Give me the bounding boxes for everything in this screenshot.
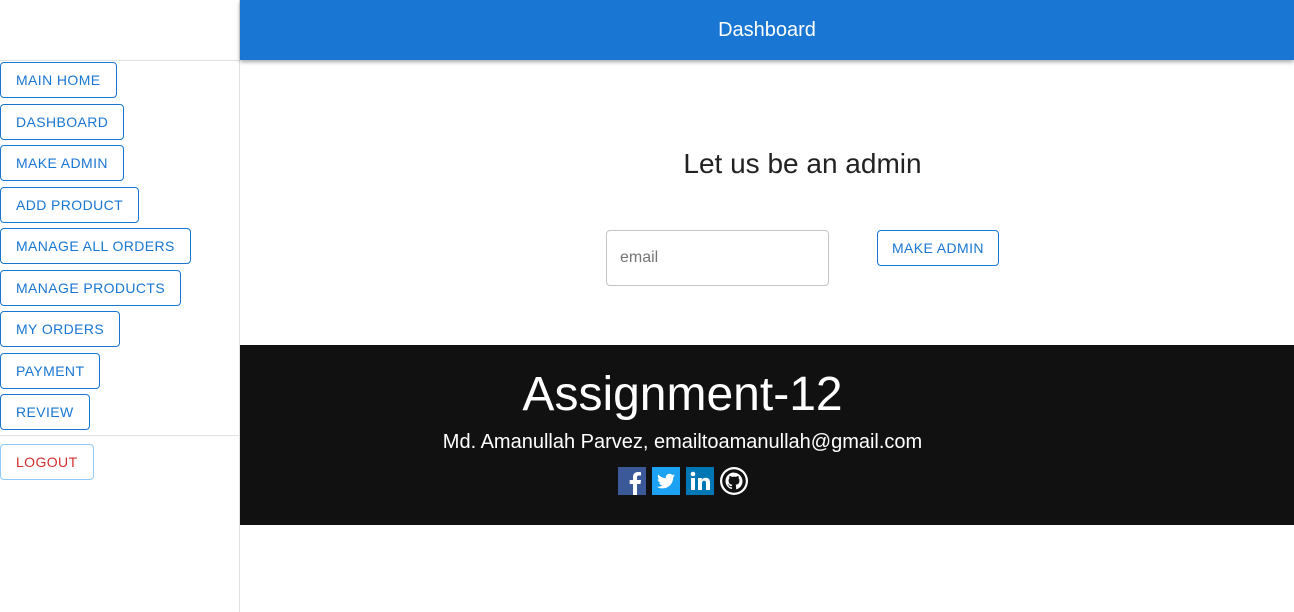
linkedin-icon[interactable] (686, 467, 714, 495)
sidebar-item-payment[interactable]: PAYMENT (0, 352, 101, 389)
social-links (618, 467, 748, 495)
sidebar-item-dashboard[interactable]: DASHBOARD (0, 103, 125, 140)
twitter-icon[interactable] (652, 467, 680, 495)
sidebar: MAIN HOME DASHBOARD MAKE ADMIN ADD PRODU… (0, 0, 240, 612)
make-admin-button[interactable]: MAKE ADMIN (877, 230, 999, 266)
app-bar: Dashboard (240, 0, 1294, 60)
facebook-icon[interactable] (618, 467, 646, 495)
sidebar-item-my-orders[interactable]: MY ORDERS (0, 311, 121, 347)
logout-button[interactable]: LOGOUT (0, 444, 94, 480)
sidebar-toolbar-spacer (0, 0, 239, 61)
sidebar-item-manage-products[interactable]: MANAGE PRODUCTS (0, 269, 182, 306)
sidebar-item-add-product[interactable]: ADD PRODUCT (0, 186, 140, 223)
footer-credit: Md. Amanullah Parvez, emailtoamanullah@g… (442, 431, 923, 453)
sidebar-item-review[interactable]: REVIEW (0, 394, 90, 430)
footer: Assignment-12 Md. Amanullah Parvez, emai… (240, 345, 1294, 525)
footer-title: Assignment-12 (522, 368, 843, 421)
make-admin-heading: Let us be an admin (683, 148, 922, 179)
page-title: Dashboard (718, 18, 816, 41)
sidebar-item-manage-all-orders[interactable]: MANAGE ALL ORDERS (0, 228, 191, 264)
sidebar-item-make-admin[interactable]: MAKE ADMIN (0, 145, 124, 181)
email-field[interactable] (606, 230, 829, 286)
sidebar-divider (0, 435, 239, 436)
sidebar-nav: MAIN HOME DASHBOARD MAKE ADMIN ADD PRODU… (0, 61, 239, 430)
github-icon[interactable] (720, 467, 748, 495)
sidebar-item-main-home[interactable]: MAIN HOME (0, 62, 117, 98)
